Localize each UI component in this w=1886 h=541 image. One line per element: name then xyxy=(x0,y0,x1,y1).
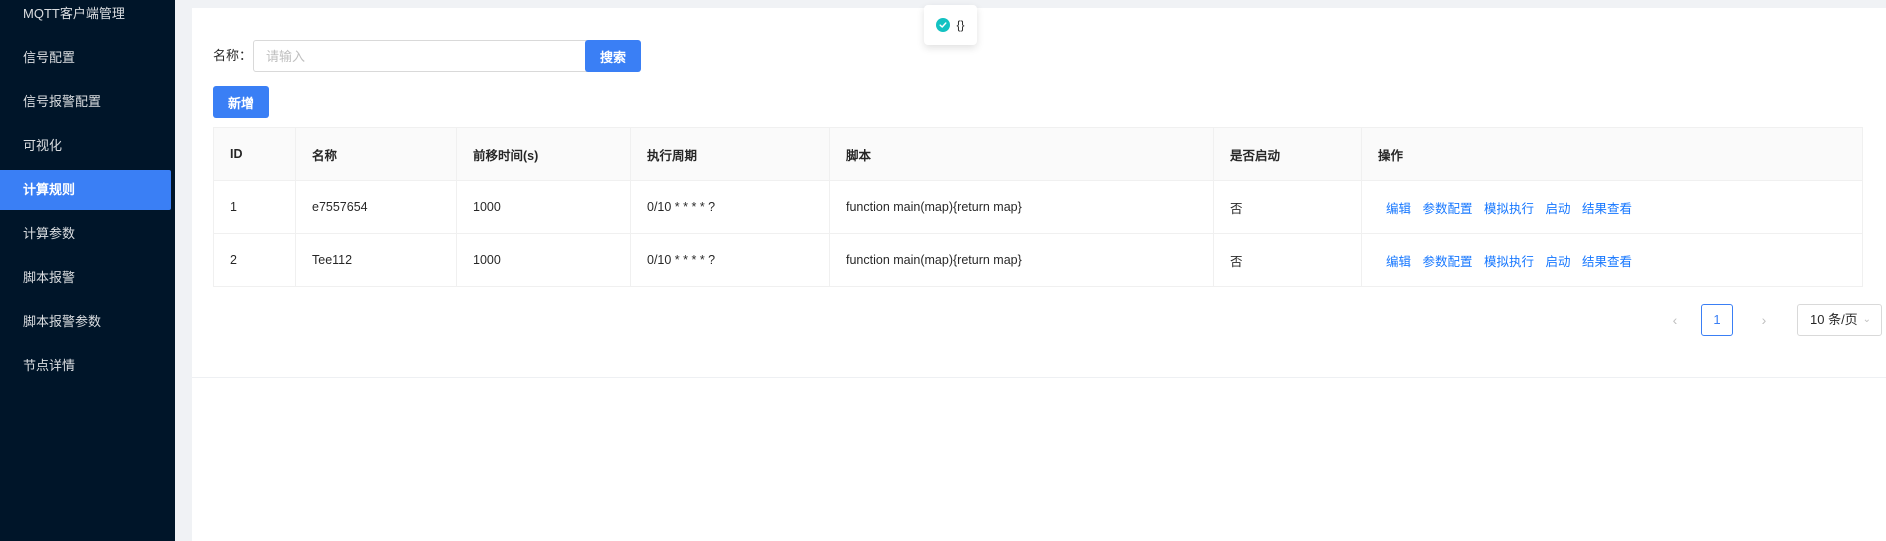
column-header-shift-time: 前移时间(s) xyxy=(456,127,631,181)
pagination-prev-button[interactable]: ‹ xyxy=(1659,304,1691,336)
table-row: 2 Tee112 1000 0/10 * * * * ? function ma… xyxy=(213,233,1863,287)
cell-id: 1 xyxy=(213,180,296,234)
content-empty-area xyxy=(192,377,1886,541)
pagination-next-button[interactable]: › xyxy=(1748,304,1780,336)
search-button[interactable]: 搜索 xyxy=(585,40,641,72)
cell-enabled: 否 xyxy=(1213,233,1362,287)
sidebar-item-mqtt-clients[interactable]: MQTT客户端管理 xyxy=(0,0,171,34)
start-link[interactable]: 启动 xyxy=(1546,255,1571,269)
table-row: 1 e7557654 1000 0/10 * * * * ? function … xyxy=(213,180,1863,234)
sidebar: MQTT客户端管理 信号配置 信号报警配置 可视化 计算规则 计算参数 脚本报警… xyxy=(0,0,175,541)
page-size-value: 10 条/页 xyxy=(1810,312,1858,327)
column-header-name: 名称 xyxy=(295,127,457,181)
chevron-left-icon: ‹ xyxy=(1672,312,1678,328)
column-header-actions: 操作 xyxy=(1361,127,1863,181)
column-header-id: ID xyxy=(213,127,296,181)
sidebar-item-calc-params[interactable]: 计算参数 xyxy=(0,214,171,254)
edit-link[interactable]: 编辑 xyxy=(1386,202,1411,216)
edit-link[interactable]: 编辑 xyxy=(1386,255,1411,269)
name-search-input[interactable] xyxy=(253,40,590,72)
cell-cycle: 0/10 * * * * ? xyxy=(630,180,830,234)
toast-message: {} xyxy=(956,18,965,32)
main-content: 名称： 搜索 新增 ID 名称 前移时间( xyxy=(175,0,1886,541)
cell-script: function main(map){return map} xyxy=(829,233,1214,287)
check-circle-icon xyxy=(936,18,951,32)
rules-table: ID 名称 前移时间(s) 执行周期 脚本 是否启动 操作 1 e7557654… xyxy=(213,127,1863,287)
simulate-run-link[interactable]: 模拟执行 xyxy=(1484,202,1534,216)
column-header-enabled: 是否启动 xyxy=(1213,127,1362,181)
cell-shift-time: 1000 xyxy=(456,180,631,234)
chevron-right-icon: › xyxy=(1761,312,1767,328)
cell-id: 2 xyxy=(213,233,296,287)
sidebar-item-signal-config[interactable]: 信号配置 xyxy=(0,38,171,78)
add-button[interactable]: 新增 xyxy=(213,86,269,118)
success-toast: {} xyxy=(924,5,977,45)
column-header-script: 脚本 xyxy=(829,127,1214,181)
sidebar-item-signal-alarm-config[interactable]: 信号报警配置 xyxy=(0,82,171,122)
sidebar-item-node-details[interactable]: 节点详情 xyxy=(0,346,171,386)
sidebar-item-script-alarm-params[interactable]: 脚本报警参数 xyxy=(0,302,171,342)
cell-name: e7557654 xyxy=(295,180,457,234)
search-label: 名称： xyxy=(213,48,253,63)
sidebar-item-script-alarm[interactable]: 脚本报警 xyxy=(0,258,171,298)
cell-actions: 编辑 参数配置 模拟执行 启动 结果查看 xyxy=(1361,180,1863,234)
param-config-link[interactable]: 参数配置 xyxy=(1423,202,1473,216)
sidebar-item-calc-rules[interactable]: 计算规则 xyxy=(0,170,171,210)
view-results-link[interactable]: 结果查看 xyxy=(1582,255,1632,269)
content-card: 名称： 搜索 新增 ID 名称 前移时间( xyxy=(192,8,1886,377)
cell-script: function main(map){return map} xyxy=(829,180,1214,234)
cell-actions: 编辑 参数配置 模拟执行 启动 结果查看 xyxy=(1361,233,1863,287)
page-size-select[interactable]: 10 条/页 ⌄ xyxy=(1797,304,1882,336)
view-results-link[interactable]: 结果查看 xyxy=(1582,202,1632,216)
start-link[interactable]: 启动 xyxy=(1546,202,1571,216)
simulate-run-link[interactable]: 模拟执行 xyxy=(1484,255,1534,269)
table-header-row: ID 名称 前移时间(s) 执行周期 脚本 是否启动 操作 xyxy=(213,127,1863,181)
cell-name: Tee112 xyxy=(295,233,457,287)
cell-enabled: 否 xyxy=(1213,180,1362,234)
app-layout: MQTT客户端管理 信号配置 信号报警配置 可视化 计算规则 计算参数 脚本报警… xyxy=(0,0,1886,541)
cell-shift-time: 1000 xyxy=(456,233,631,287)
chevron-down-icon: ⌄ xyxy=(1862,314,1871,325)
pagination-page-1[interactable]: 1 xyxy=(1701,304,1733,336)
column-header-cycle: 执行周期 xyxy=(630,127,830,181)
param-config-link[interactable]: 参数配置 xyxy=(1423,255,1473,269)
cell-cycle: 0/10 * * * * ? xyxy=(630,233,830,287)
sidebar-item-visualization[interactable]: 可视化 xyxy=(0,126,171,166)
